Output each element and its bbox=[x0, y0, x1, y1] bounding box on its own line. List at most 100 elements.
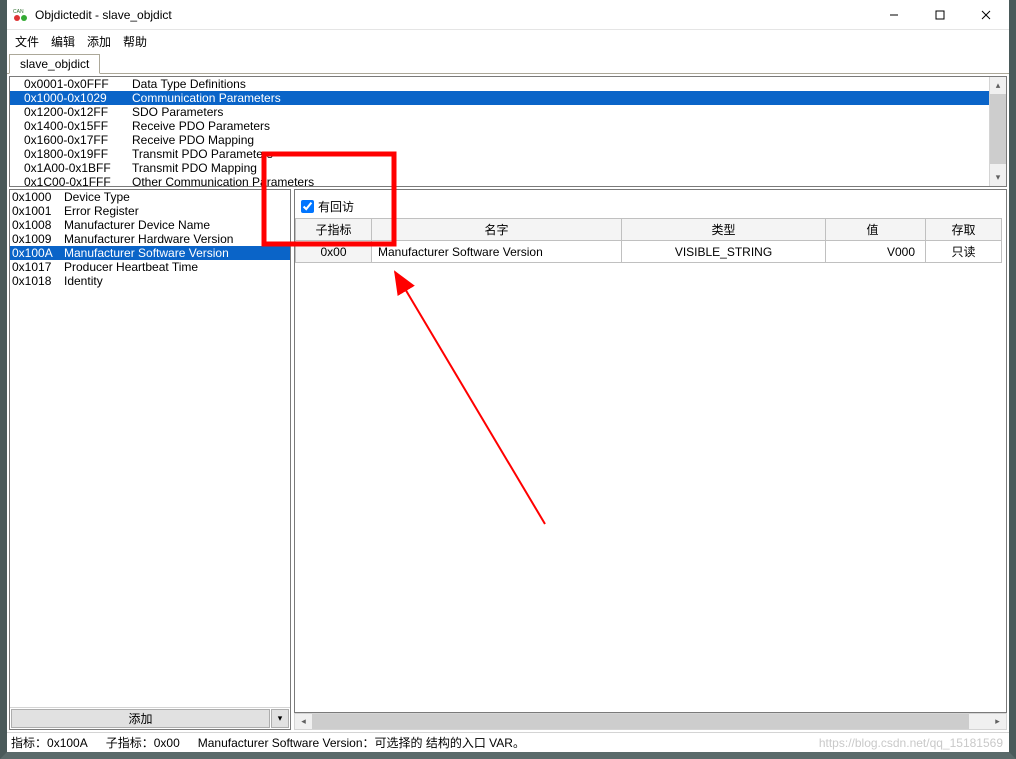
maximize-button[interactable] bbox=[917, 0, 963, 29]
window-controls bbox=[871, 0, 1009, 29]
range-code: 0x1400-0x15FF bbox=[24, 119, 132, 133]
hscroll-right-button[interactable]: ▸ bbox=[989, 714, 1006, 729]
index-code: 0x1009 bbox=[12, 232, 64, 246]
scroll-up-button[interactable]: ▴ bbox=[990, 77, 1006, 94]
col-subindex[interactable]: 子指标 bbox=[296, 219, 372, 241]
status-index: 指标：0x100A bbox=[11, 734, 88, 751]
tab-slave-objdict[interactable]: slave_objdict bbox=[9, 54, 100, 74]
index-code: 0x1018 bbox=[12, 274, 64, 288]
range-list[interactable]: 0x0001-0x0FFFData Type Definitions0x1000… bbox=[10, 77, 989, 186]
minimize-button[interactable] bbox=[871, 0, 917, 29]
index-row[interactable]: 0x1000Device Type bbox=[10, 190, 290, 204]
range-row[interactable]: 0x1800-0x19FFTransmit PDO Parameters bbox=[10, 147, 989, 161]
index-label: Manufacturer Hardware Version bbox=[64, 232, 233, 246]
cell-type[interactable]: VISIBLE_STRING bbox=[622, 241, 826, 263]
range-row[interactable]: 0x1A00-0x1BFFTransmit PDO Mapping bbox=[10, 161, 989, 175]
app-window: CAN Objdictedit - slave_objdict 文件 编辑 添加… bbox=[7, 0, 1009, 752]
range-code: 0x1800-0x19FF bbox=[24, 147, 132, 161]
titlebar: CAN Objdictedit - slave_objdict bbox=[7, 0, 1009, 30]
hscroll-track[interactable] bbox=[312, 714, 989, 729]
callback-checkbox-text: 有回访 bbox=[318, 198, 354, 215]
range-row[interactable]: 0x1200-0x12FFSDO Parameters bbox=[10, 105, 989, 119]
index-code: 0x100A bbox=[12, 246, 64, 260]
range-code: 0x1600-0x17FF bbox=[24, 133, 132, 147]
cell-subindex: 0x00 bbox=[296, 241, 372, 263]
range-label: Transmit PDO Parameters bbox=[132, 147, 273, 161]
scroll-thumb[interactable] bbox=[990, 94, 1006, 164]
index-code: 0x1008 bbox=[12, 218, 64, 232]
col-value[interactable]: 值 bbox=[826, 219, 926, 241]
index-list[interactable]: 0x1000Device Type0x1001Error Register0x1… bbox=[10, 190, 290, 707]
callback-checkbox[interactable] bbox=[301, 200, 314, 213]
statusbar: 指标：0x100A 子指标：0x00 Manufacturer Software… bbox=[7, 732, 1009, 752]
index-list-pane: 0x1000Device Type0x1001Error Register0x1… bbox=[9, 189, 291, 730]
detail-hscrollbar[interactable]: ◂ ▸ bbox=[294, 713, 1007, 730]
range-code: 0x1200-0x12FF bbox=[24, 105, 132, 119]
menu-add[interactable]: 添加 bbox=[87, 33, 111, 50]
col-access[interactable]: 存取 bbox=[926, 219, 1002, 241]
menu-file[interactable]: 文件 bbox=[15, 33, 39, 50]
range-code: 0x0001-0x0FFF bbox=[24, 77, 132, 91]
range-label: Communication Parameters bbox=[132, 91, 281, 105]
col-type[interactable]: 类型 bbox=[622, 219, 826, 241]
index-row[interactable]: 0x100AManufacturer Software Version bbox=[10, 246, 290, 260]
window-title: Objdictedit - slave_objdict bbox=[35, 8, 871, 22]
index-row[interactable]: 0x1017Producer Heartbeat Time bbox=[10, 260, 290, 274]
range-row[interactable]: 0x1600-0x17FFReceive PDO Mapping bbox=[10, 133, 989, 147]
index-code: 0x1017 bbox=[12, 260, 64, 274]
menubar: 文件 编辑 添加 帮助 bbox=[7, 30, 1009, 52]
add-dropdown[interactable]: ▾ bbox=[271, 709, 289, 728]
range-label: Transmit PDO Mapping bbox=[132, 161, 257, 175]
index-label: Error Register bbox=[64, 204, 139, 218]
status-description: Manufacturer Software Version：可选择的 结构的入口… bbox=[198, 734, 525, 751]
svg-text:CAN: CAN bbox=[13, 9, 24, 15]
hscroll-left-button[interactable]: ◂ bbox=[295, 714, 312, 729]
range-label: Other Communication Parameters bbox=[132, 175, 314, 186]
index-label: Manufacturer Software Version bbox=[64, 246, 229, 260]
range-row[interactable]: 0x1C00-0x1FFFOther Communication Paramet… bbox=[10, 175, 989, 186]
menu-edit[interactable]: 编辑 bbox=[51, 33, 75, 50]
index-row[interactable]: 0x1009Manufacturer Hardware Version bbox=[10, 232, 290, 246]
range-code: 0x1000-0x1029 bbox=[24, 91, 132, 105]
range-code: 0x1A00-0x1BFF bbox=[24, 161, 132, 175]
callback-checkbox-label[interactable]: 有回访 bbox=[301, 198, 354, 215]
index-code: 0x1001 bbox=[12, 204, 64, 218]
range-row[interactable]: 0x1000-0x1029Communication Parameters bbox=[10, 91, 989, 105]
index-toolbar: 添加 ▾ bbox=[10, 707, 290, 729]
main-split: 0x1000Device Type0x1001Error Register0x1… bbox=[9, 189, 1007, 730]
range-label: Receive PDO Parameters bbox=[132, 119, 270, 133]
index-label: Producer Heartbeat Time bbox=[64, 260, 198, 274]
range-label: SDO Parameters bbox=[132, 105, 223, 119]
scroll-down-button[interactable]: ▾ bbox=[990, 169, 1006, 186]
index-row[interactable]: 0x1018Identity bbox=[10, 274, 290, 288]
range-label: Receive PDO Mapping bbox=[132, 133, 254, 147]
index-label: Device Type bbox=[64, 190, 130, 204]
tabstrip: slave_objdict bbox=[7, 52, 1009, 74]
cell-name[interactable]: Manufacturer Software Version bbox=[372, 241, 622, 263]
index-code: 0x1000 bbox=[12, 190, 64, 204]
range-code: 0x1C00-0x1FFF bbox=[24, 175, 132, 186]
range-scrollbar[interactable]: ▴ ▾ bbox=[989, 77, 1006, 186]
cell-value[interactable]: V000 bbox=[826, 241, 926, 263]
col-name[interactable]: 名字 bbox=[372, 219, 622, 241]
menu-help[interactable]: 帮助 bbox=[123, 33, 147, 50]
watermark: https://blog.csdn.net/qq_15181569 bbox=[819, 736, 1003, 750]
index-row[interactable]: 0x1001Error Register bbox=[10, 204, 290, 218]
table-row[interactable]: 0x00Manufacturer Software VersionVISIBLE… bbox=[296, 241, 1002, 263]
range-label: Data Type Definitions bbox=[132, 77, 246, 91]
add-button[interactable]: 添加 bbox=[11, 709, 270, 728]
index-row[interactable]: 0x1008Manufacturer Device Name bbox=[10, 218, 290, 232]
close-button[interactable] bbox=[963, 0, 1009, 29]
status-subindex: 子指标：0x00 bbox=[106, 734, 180, 751]
index-label: Identity bbox=[64, 274, 103, 288]
subindex-table[interactable]: 子指标 名字 类型 值 存取 0x00Manufacturer Software… bbox=[295, 218, 1002, 263]
range-row[interactable]: 0x0001-0x0FFFData Type Definitions bbox=[10, 77, 989, 91]
range-list-pane: 0x0001-0x0FFFData Type Definitions0x1000… bbox=[9, 76, 1007, 187]
detail-content: 有回访 子指标 名字 类型 值 存取 bbox=[294, 189, 1007, 713]
detail-pane: 有回访 子指标 名字 类型 值 存取 bbox=[294, 189, 1007, 730]
app-icon: CAN bbox=[13, 7, 29, 23]
index-label: Manufacturer Device Name bbox=[64, 218, 210, 232]
cell-access[interactable]: 只读 bbox=[926, 241, 1002, 263]
range-row[interactable]: 0x1400-0x15FFReceive PDO Parameters bbox=[10, 119, 989, 133]
hscroll-thumb[interactable] bbox=[312, 714, 969, 729]
